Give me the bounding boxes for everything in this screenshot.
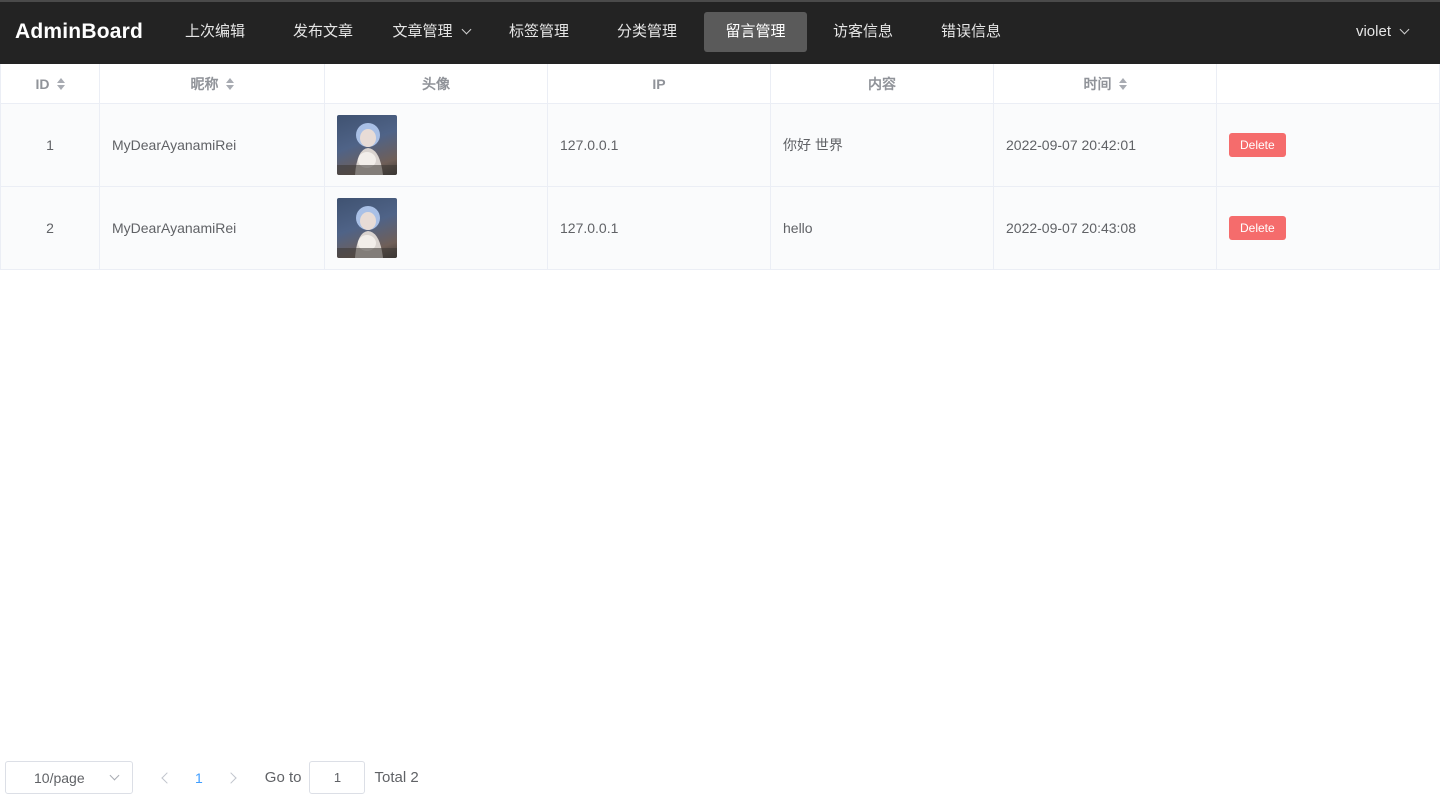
nav-item-label: 上次编辑 <box>184 23 245 40</box>
column-header-label: IP <box>652 75 666 92</box>
column-header-nickname[interactable]: 昵称 <box>100 64 325 103</box>
cell-id: 1 <box>1 104 100 186</box>
goto-label: Go to <box>264 769 302 786</box>
chevron-down-icon <box>109 770 120 781</box>
delete-button[interactable]: Delete <box>1229 216 1286 240</box>
page-size-value: 10/page <box>34 769 85 786</box>
cell-actions: Delete <box>1217 104 1439 186</box>
nav-item-tag-management[interactable]: 标签管理 <box>485 12 593 52</box>
column-header-content: 内容 <box>771 64 994 103</box>
cell-avatar <box>325 104 548 186</box>
nav-item-publish-article[interactable]: 发布文章 <box>269 12 377 52</box>
column-header-id[interactable]: ID <box>1 64 100 103</box>
chevron-down-icon <box>461 24 471 35</box>
cell-id: 2 <box>1 187 100 269</box>
chevron-down-icon <box>1399 24 1410 35</box>
cell-nickname: MyDearAyanamiRei <box>100 187 325 269</box>
total-count: Total 2 <box>374 769 419 786</box>
user-menu[interactable]: violet <box>1355 12 1410 52</box>
user-name: violet <box>1355 23 1391 40</box>
nav-item-label: 访客信息 <box>832 23 893 40</box>
column-header-label: ID <box>35 75 50 92</box>
nav-item-label: 错误信息 <box>940 23 1001 40</box>
sort-icon[interactable] <box>225 77 234 90</box>
page-number-current[interactable]: 1 <box>195 770 203 786</box>
column-header-label: 时间 <box>1083 75 1112 92</box>
cell-time: 2022-09-07 20:42:01 <box>994 104 1217 186</box>
prev-page-icon[interactable] <box>161 771 173 784</box>
nav-item-label: 发布文章 <box>292 23 353 40</box>
nav-item-last-edit[interactable]: 上次编辑 <box>161 12 269 52</box>
page-size-select[interactable]: 10/page <box>5 761 133 794</box>
avatar <box>337 115 397 175</box>
delete-button[interactable]: Delete <box>1229 133 1286 157</box>
table-header: ID 昵称 头像 IP 内容 时间 <box>1 64 1439 104</box>
nav-item-message-management[interactable]: 留言管理 <box>704 12 807 52</box>
table-row: 2 MyDearAyanamiRei 127.0.0.1 hello 2022-… <box>1 187 1439 270</box>
cell-time: 2022-09-07 20:43:08 <box>994 187 1217 269</box>
nav-item-error-info[interactable]: 错误信息 <box>917 12 1025 52</box>
table-row: 1 MyDearAyanamiRei 127.0.0.1 你好 世界 2022-… <box>1 104 1439 187</box>
nav-item-label: 留言管理 <box>725 23 786 40</box>
pagination: 10/page 1 Go to Total 2 <box>5 761 419 794</box>
cell-ip: 127.0.0.1 <box>548 187 771 269</box>
column-header-label: 内容 <box>868 75 896 92</box>
column-header-ip: IP <box>548 64 771 103</box>
nav-item-label: 标签管理 <box>508 23 569 40</box>
goto-page-input[interactable] <box>309 761 366 794</box>
cell-content: hello <box>771 187 994 269</box>
nav-item-article-management[interactable]: 文章管理 <box>377 12 485 52</box>
avatar <box>337 198 397 258</box>
nav-item-label: 文章管理 <box>392 23 453 40</box>
column-header-label: 昵称 <box>190 75 219 92</box>
column-header-avatar: 头像 <box>325 64 548 103</box>
brand-logo[interactable]: AdminBoard <box>15 20 143 44</box>
cell-actions: Delete <box>1217 187 1439 269</box>
top-navbar: AdminBoard 上次编辑 发布文章 文章管理 标签管理 分类管理 留言管理… <box>0 0 1440 64</box>
column-header-actions <box>1217 64 1439 103</box>
messages-table: ID 昵称 头像 IP 内容 时间 1 MyDearAyanamiRei 127… <box>0 64 1440 270</box>
column-header-time[interactable]: 时间 <box>994 64 1217 103</box>
nav-item-visitor-info[interactable]: 访客信息 <box>809 12 917 52</box>
column-header-label: 头像 <box>422 75 450 92</box>
cell-ip: 127.0.0.1 <box>548 104 771 186</box>
cell-content: 你好 世界 <box>771 104 994 186</box>
page: AdminBoard 上次编辑 发布文章 文章管理 标签管理 分类管理 留言管理… <box>0 0 1440 796</box>
next-page-icon[interactable] <box>225 771 237 784</box>
sort-icon[interactable] <box>56 77 65 90</box>
cell-avatar <box>325 187 548 269</box>
nav-item-label: 分类管理 <box>616 23 677 40</box>
sort-icon[interactable] <box>1118 77 1127 90</box>
cell-nickname: MyDearAyanamiRei <box>100 104 325 186</box>
nav-item-category-management[interactable]: 分类管理 <box>593 12 701 52</box>
